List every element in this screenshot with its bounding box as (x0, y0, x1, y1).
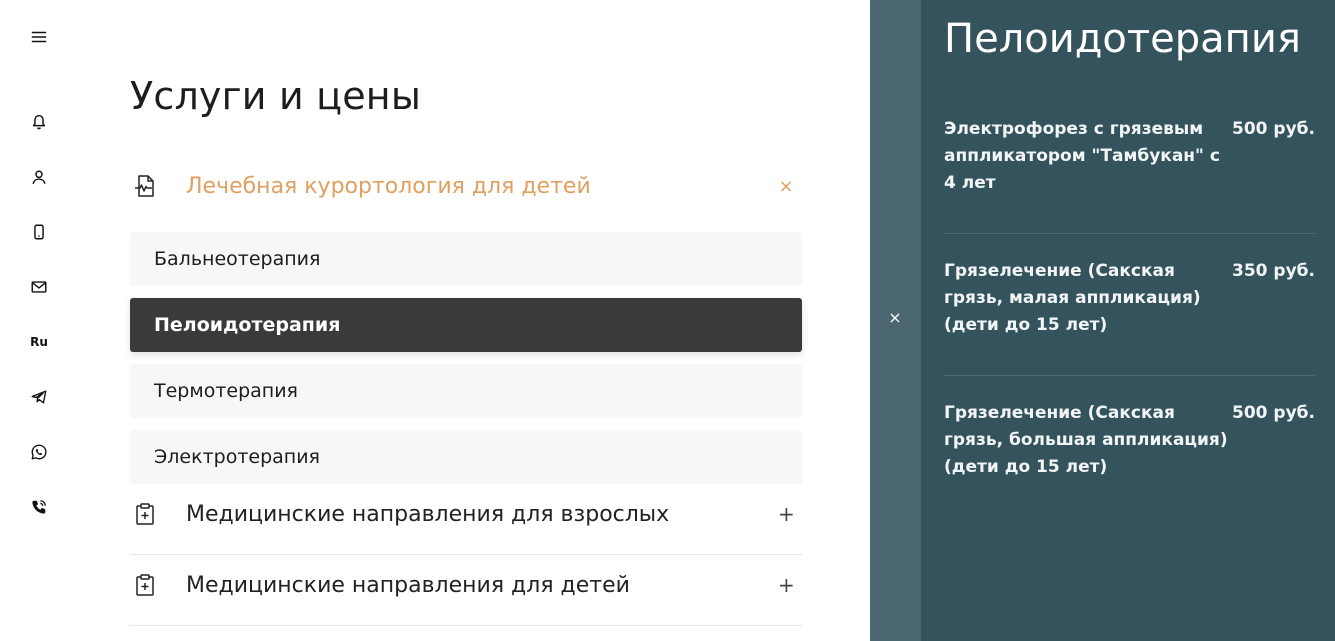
sub-item-thermotherapy[interactable]: Термотерапия (130, 364, 802, 418)
medical-document-icon (131, 172, 159, 200)
category-label: Медицинские направления для детей (186, 572, 630, 598)
price-item-name: Грязелечение (Сакская грязь, малая аппли… (944, 261, 1201, 335)
panel-divider (944, 375, 1315, 376)
price-item-value: 350 руб. (1232, 261, 1315, 281)
mail-icon[interactable] (24, 272, 54, 302)
price-item: Электрофорез с грязевым аппликатором "Та… (944, 116, 1315, 197)
hamburger-icon[interactable] (24, 22, 54, 52)
page-title: Услуги и цены (130, 74, 422, 118)
clipboard-plus-icon (131, 571, 159, 599)
category-label: Лечебная курортология для детей (186, 173, 591, 199)
collapse-icon[interactable]: × (778, 176, 794, 197)
user-icon[interactable] (24, 162, 54, 192)
sub-item-balneotherapy[interactable]: Бальнеотерапия (130, 232, 802, 286)
phone-device-icon[interactable] (24, 217, 54, 247)
close-icon[interactable]: × (880, 302, 910, 332)
bell-icon[interactable] (24, 107, 54, 137)
price-item-value: 500 руб. (1232, 119, 1315, 139)
divider (130, 625, 802, 626)
panel-divider (944, 233, 1315, 234)
divider (130, 554, 802, 555)
panel-title: Пелоидотерапия (944, 16, 1301, 62)
whatsapp-icon[interactable] (24, 437, 54, 467)
price-item-value: 500 руб. (1232, 403, 1315, 423)
phone-call-icon[interactable] (24, 492, 54, 522)
language-label: Ru (30, 335, 48, 349)
category-label: Медицинские направления для взрослых (186, 501, 670, 527)
telegram-icon[interactable] (24, 382, 54, 412)
category-kids-medical[interactable]: Медицинские направления для детей + (130, 571, 802, 599)
price-item: Грязелечение (Сакская грязь, большая апп… (944, 400, 1315, 481)
sub-item-electrotherapy[interactable]: Электротерапия (130, 430, 802, 484)
category-adult-medical[interactable]: Медицинские направления для взрослых + (130, 500, 802, 528)
services-section: Услуги и цены Лечебная курортология для … (130, 0, 802, 641)
sub-item-peloidotherapy[interactable]: Пелоидотерапия (130, 298, 802, 352)
price-item-name: Электрофорез с грязевым аппликатором "Та… (944, 119, 1220, 193)
price-item: Грязелечение (Сакская грязь, малая аппли… (944, 258, 1315, 339)
clipboard-plus-icon (131, 500, 159, 528)
price-item-name: Грязелечение (Сакская грязь, большая апп… (944, 403, 1228, 477)
expand-icon[interactable]: + (778, 502, 795, 526)
category-kids-resort[interactable]: Лечебная курортология для детей × (130, 172, 802, 200)
language-switch[interactable]: Ru (24, 327, 54, 357)
expand-icon[interactable]: + (778, 573, 795, 597)
icon-rail: Ru (0, 0, 78, 641)
price-panel: Пелоидотерапия Электрофорез с грязевым а… (921, 0, 1335, 641)
